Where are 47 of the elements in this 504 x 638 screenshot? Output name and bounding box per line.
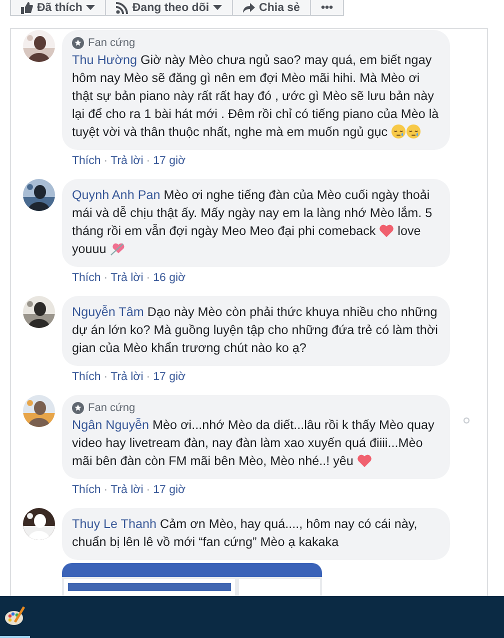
heart-icon <box>356 453 372 468</box>
comment-action-link[interactable]: Thích <box>72 272 101 284</box>
timestamp: 17 giờ <box>153 371 186 383</box>
sleepy-face-icon <box>406 124 422 139</box>
separator: · <box>104 155 108 167</box>
action-button[interactable]: Đang theo dõi <box>105 0 234 16</box>
timestamp: 16 giờ <box>153 272 186 284</box>
badge-label: Fan cứng <box>88 402 136 414</box>
comment-action-link[interactable]: Thích <box>72 484 101 496</box>
action-button[interactable]: ••• <box>310 0 344 16</box>
thumbs-up-icon <box>21 2 33 14</box>
separator: · <box>146 484 150 496</box>
comment-text: Ngân Nguyễn Mèo ơi...nhớ Mèo da diết...lâu rồi k thấy Mèo quay video hay livetream đàn, nay đàn làm xao xuyến quá điiii...Mèo mãi bên đàn còn FM mãi bên Mèo, Mèo nhé..! yêu <box>72 418 434 468</box>
separator: · <box>104 272 108 284</box>
separator: · <box>146 272 150 284</box>
comment-text: Thu Hường Giờ này Mèo chưa ngủ sao? may quá, em biết ngay hôm nay Mèo sẽ đăng gì nên em đợi Mèo mãi hihi. Mà Mèo ơi thật sự bản piano này rất rất hay đó , ước gì Mèo sẽ lưu bản này lại để cho ra 1 bài hát mới . Đêm rồi chỉ có tiếng piano của Mèo là tuyệt vời và thân thuộc nhất, nghe mà em muốn ngủ gục <box>72 53 439 139</box>
share-icon <box>243 2 256 14</box>
timestamp: 17 giờ <box>153 484 186 496</box>
comment-action-link[interactable]: Trả lời <box>110 272 144 284</box>
star-icon <box>72 37 84 49</box>
author-link[interactable]: Ngân Nguyễn <box>72 418 150 432</box>
star-icon <box>72 402 84 414</box>
comment-action-link[interactable]: Trả lời <box>110 484 144 496</box>
author-link[interactable]: Nguyễn Tâm <box>72 305 144 319</box>
sleepy-face-icon <box>391 124 406 139</box>
comment-action-link[interactable]: Trả lời <box>110 155 144 167</box>
heart-arrow-icon <box>110 241 125 256</box>
badge-label: Fan cứng <box>88 37 136 49</box>
comment-text: Quynh Anh Pan Mèo ơi nghe tiếng đàn của Mèo cuối ngày thoải mái và dễ chịu thật ấy. Mấy ngày nay em la làng nhớ Mèo lắm. 5 tháng rồi em vẫn đợi ngày Meo Meo đại phi comeback love youuu <box>72 188 432 256</box>
paint-palette-icon <box>4 605 26 627</box>
author-link[interactable]: Thuy Le Thanh <box>72 517 156 531</box>
comment-action-link[interactable]: Thích <box>72 155 101 167</box>
separator: · <box>146 155 150 167</box>
action-button[interactable]: Chia sẻ <box>232 0 311 16</box>
separator: · <box>146 371 150 383</box>
comment-text: Nguyễn Tâm Dạo này Mèo còn phải thức khuya nhiều cho những dự án lớn ko? Mà guồng luyện tập cho những đứa trẻ có làm thời gian của Mèo khẩn trương chút nào ko ạ? <box>72 305 438 355</box>
action-button[interactable]: Đã thích <box>10 0 106 16</box>
separator: · <box>104 484 108 496</box>
comment-action-link[interactable]: Trả lời <box>110 371 144 383</box>
rss-icon <box>116 2 128 14</box>
comment-text: Thuy Le Thanh Cảm ơn Mèo, hay quá...., hôm nay có cái này, chuẩn bị lên lê vồ mới “fan cứng” Mèo ạ kakaka <box>72 517 418 549</box>
heart-icon <box>379 223 394 238</box>
author-link[interactable]: Thu Hường <box>72 53 137 67</box>
separator: · <box>104 371 108 383</box>
timestamp: 17 giờ <box>153 155 186 167</box>
comment-action-link[interactable]: Thích <box>72 371 101 383</box>
author-link[interactable]: Quynh Anh Pan <box>72 188 160 202</box>
